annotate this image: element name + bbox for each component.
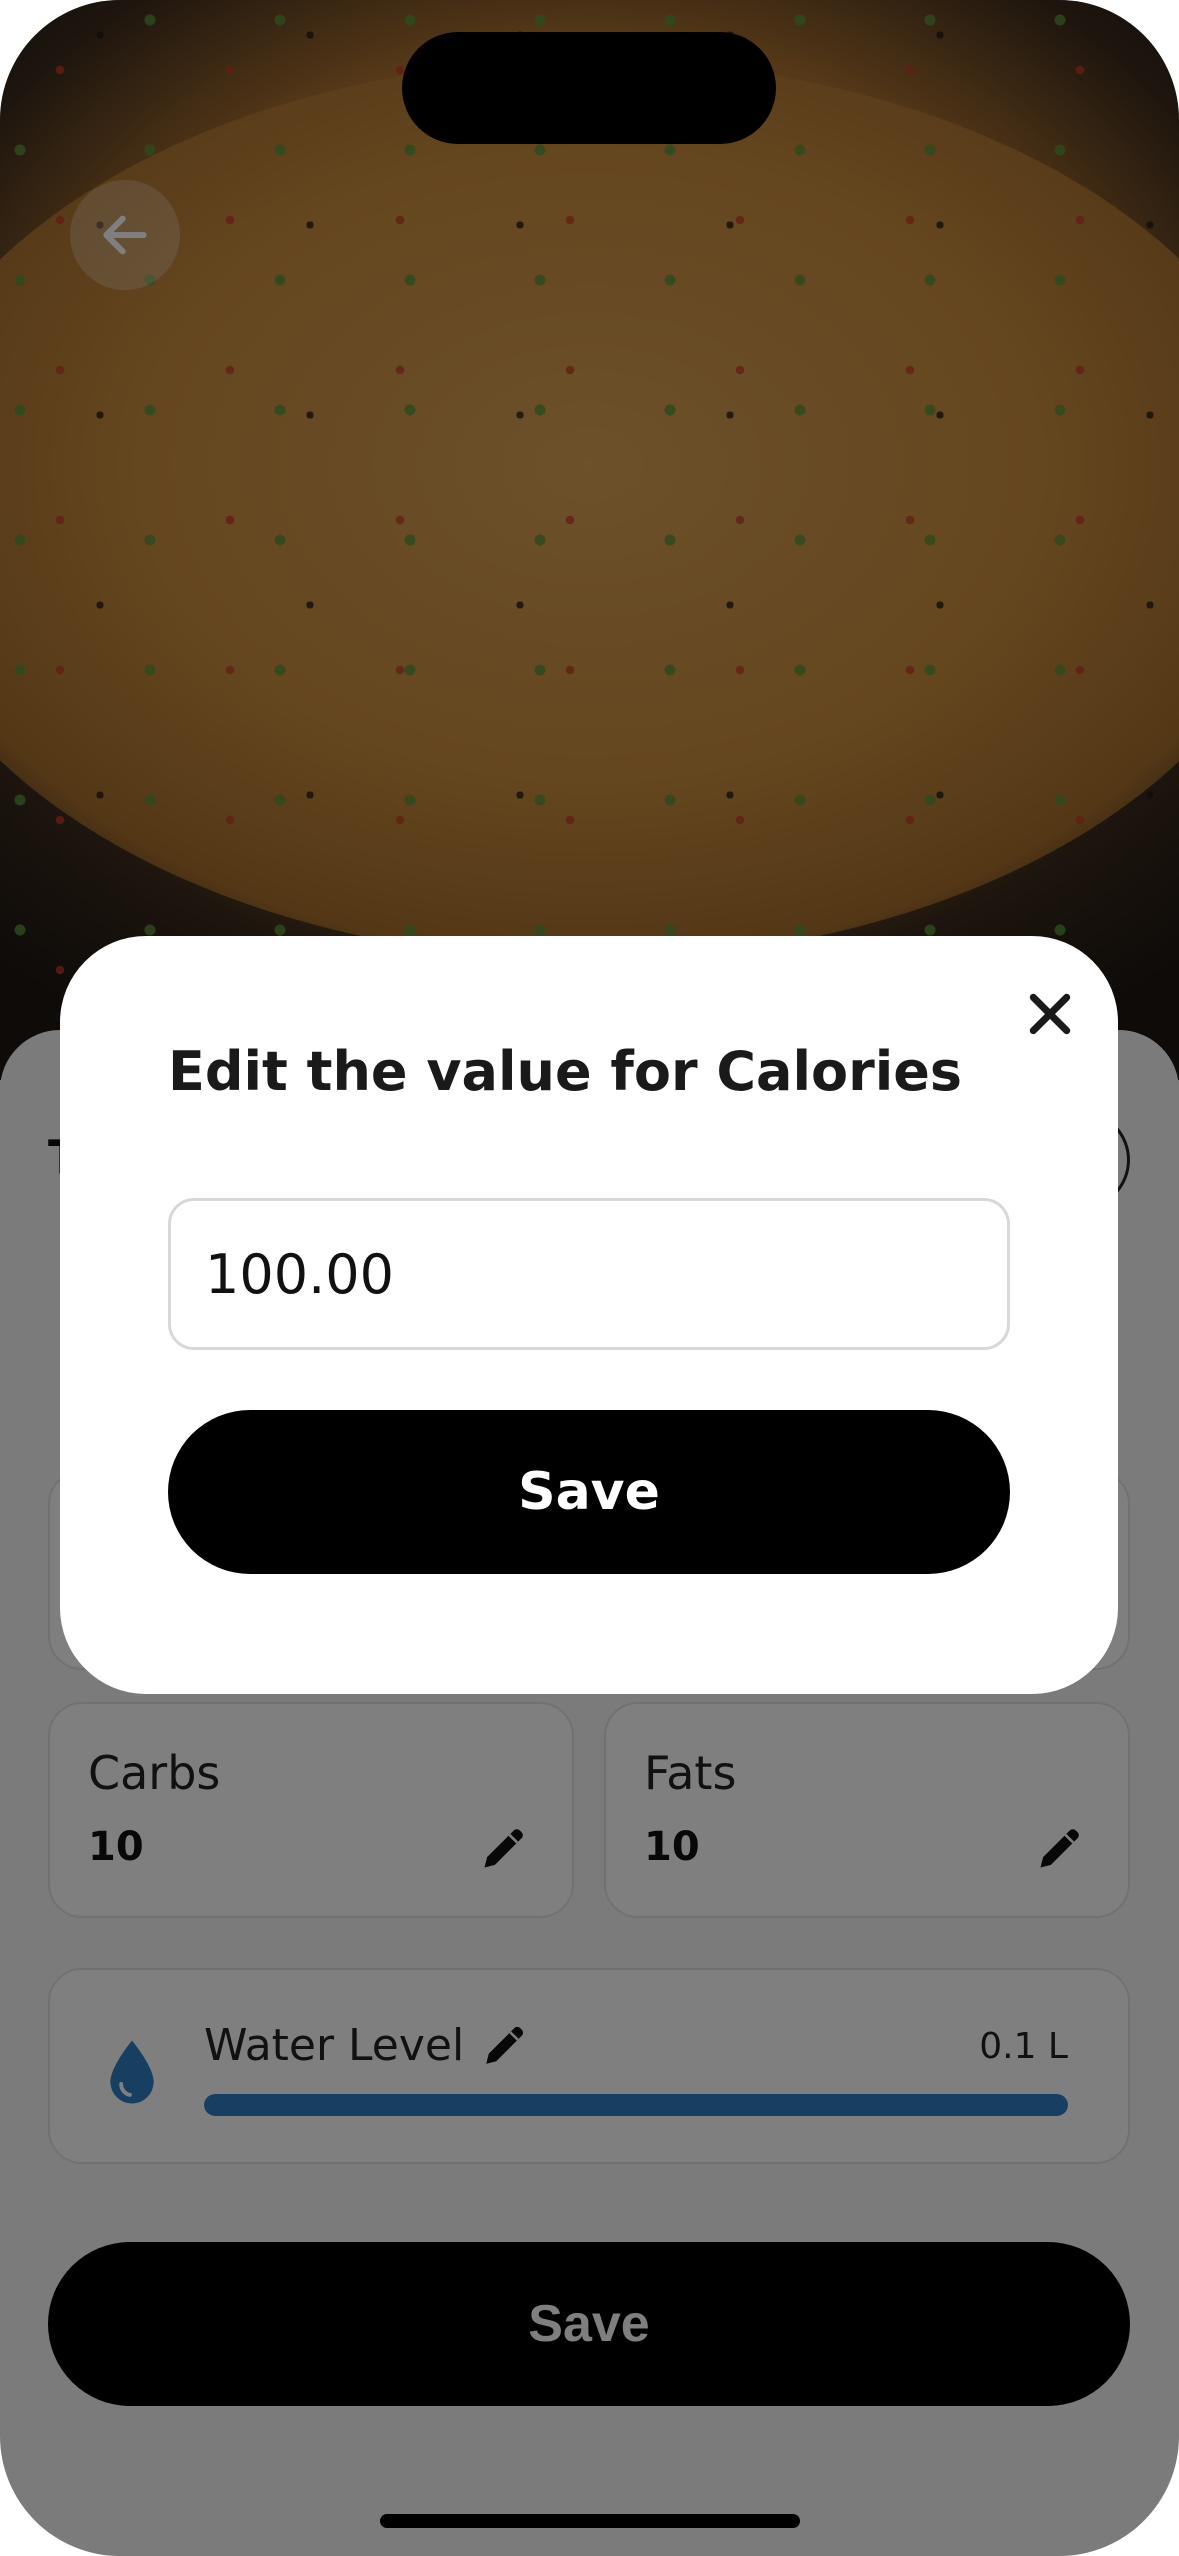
dialog-title: Edit the value for Calories [168,1040,962,1103]
edit-value-dialog: Edit the value for Calories Save [60,936,1118,1694]
dialog-save-button[interactable]: Save [168,1410,1010,1574]
home-indicator [380,2514,800,2528]
app-screen: T Carbs 10 Fats 10 Water Level 0.1 L [0,0,1179,2556]
calories-value-input[interactable] [168,1198,1010,1350]
close-icon [1029,993,1071,1035]
close-button[interactable] [1018,982,1082,1046]
dynamic-island [402,32,776,144]
